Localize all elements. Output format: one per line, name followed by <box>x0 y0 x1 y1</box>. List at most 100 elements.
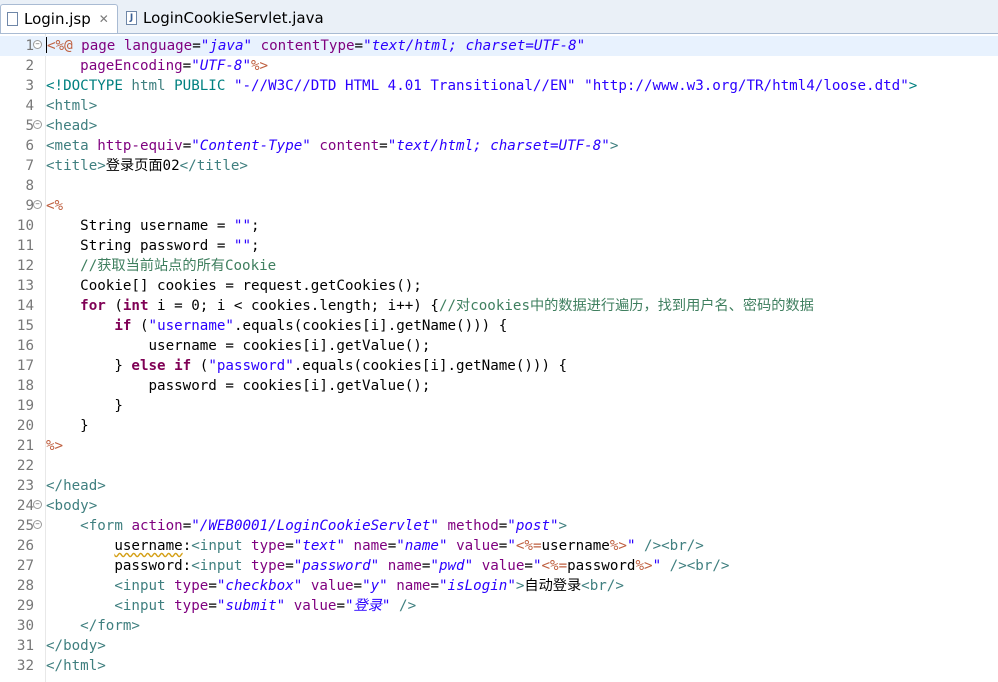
fold-toggle-icon[interactable]: − <box>33 40 42 49</box>
code-text: <input type="submit" value="登录" /> <box>46 596 416 616</box>
code-text: String username = ""; <box>46 216 260 236</box>
line-number: 8 <box>25 178 34 194</box>
fold-toggle-icon[interactable]: − <box>33 500 42 509</box>
code-line[interactable]: 28 <input type="checkbox" value="y" name… <box>0 576 998 596</box>
code-token: "password" <box>208 358 294 374</box>
code-token: "text" <box>293 538 345 554</box>
code-token: <!DOCTYPE <box>46 78 132 94</box>
close-icon[interactable]: ✕ <box>99 12 109 26</box>
code-line[interactable]: 32 </html> <box>0 656 998 676</box>
code-token: "isLogin" <box>438 578 516 594</box>
code-token: PUBLIC <box>174 78 226 94</box>
fold-toggle-icon[interactable]: − <box>33 200 42 209</box>
code-token: ; <box>251 238 260 254</box>
line-number: 31 <box>16 638 34 654</box>
code-line[interactable]: 12 //获取当前站点的所有Cookie <box>0 256 998 276</box>
code-line[interactable]: 22 <box>0 456 998 476</box>
code-line[interactable]: 20 } <box>0 416 998 436</box>
code-line[interactable]: 24− <body> <box>0 496 998 516</box>
code-token: = <box>379 138 388 154</box>
code-line[interactable]: 26 username:<input type="text" name="nam… <box>0 536 998 556</box>
code-token: </title> <box>179 158 248 174</box>
editor-tab-bar: Login.jsp ✕ J LoginCookieServlet.java <box>0 0 998 34</box>
code-token: value <box>293 598 337 614</box>
code-text: %> <box>46 436 63 456</box>
tab-login-cookie-servlet[interactable]: J LoginCookieServlet.java <box>120 4 330 32</box>
code-line[interactable]: 13 Cookie[] cookies = request.getCookies… <box>0 276 998 296</box>
code-token: %> <box>635 558 653 574</box>
code-editor[interactable]: 1− <%@ page language="java" contentType="… <box>0 34 998 682</box>
code-line[interactable]: 27 password:<input type="password" name=… <box>0 556 998 576</box>
code-line[interactable]: 8 <box>0 176 998 196</box>
code-token: = <box>387 538 397 554</box>
code-token: " <box>507 538 516 554</box>
code-token: "java" <box>200 38 253 54</box>
code-token: %> <box>609 538 627 554</box>
code-text: <title>登录页面02</title> <box>46 156 248 176</box>
line-number: 13 <box>16 278 34 294</box>
code-line[interactable]: 4 <html> <box>0 96 998 116</box>
code-token: > <box>908 78 918 94</box>
code-line[interactable]: 15 if ("username".equals(cookies[i].getN… <box>0 316 998 336</box>
code-token: ; <box>251 218 260 234</box>
code-token: password: <box>46 558 192 574</box>
line-number: 17 <box>16 358 34 374</box>
code-token: = <box>208 578 217 594</box>
code-text: password = cookies[i].getValue(); <box>46 376 430 396</box>
code-token: username <box>114 538 183 554</box>
line-number: 20 <box>16 418 34 434</box>
jsp-file-icon <box>7 12 18 26</box>
code-line[interactable]: 3 <!DOCTYPE html PUBLIC "-//W3C//DTD HTML… <box>0 76 998 96</box>
code-token: type <box>251 558 286 574</box>
fold-toggle-icon[interactable]: − <box>33 120 42 129</box>
code-line[interactable]: 25− <form action="/WEB0001/LoginCookieSe… <box>0 516 998 536</box>
code-token: </html> <box>46 658 106 674</box>
line-number: 28 <box>16 578 34 594</box>
code-line[interactable]: 6 <meta http-equiv="Content-Type" content… <box>0 136 998 156</box>
code-line[interactable]: 14 for (int i = 0; i < cookies.length; i… <box>0 296 998 316</box>
code-line[interactable]: 29 <input type="submit" value="登录" /> <box>0 596 998 616</box>
code-line[interactable]: 9− <% <box>0 196 998 216</box>
code-text: for (int i = 0; i < cookies.length; i++)… <box>46 296 814 316</box>
code-token: = <box>354 38 364 54</box>
code-line[interactable]: 5− <head> <box>0 116 998 136</box>
code-text: <meta http-equiv="Content-Type" content=… <box>46 136 618 156</box>
line-number: 19 <box>16 398 34 414</box>
code-token: <form <box>80 518 123 534</box>
code-line[interactable]: 7 <title>登录页面02</title> <box>0 156 998 176</box>
code-line[interactable]: 23 </head> <box>0 476 998 496</box>
code-line[interactable]: 30 </form> <box>0 616 998 636</box>
code-token: "password" <box>293 558 380 574</box>
code-line[interactable]: 10 String username = ""; <box>0 216 998 236</box>
code-token: </form> <box>80 618 140 634</box>
code-token: = <box>353 578 363 594</box>
line-number: 6 <box>25 138 34 154</box>
code-line[interactable]: 11 String password = ""; <box>0 236 998 256</box>
fold-toggle-icon[interactable]: − <box>33 520 42 529</box>
code-line[interactable]: 17 } else if ("password".equals(cookies[… <box>0 356 998 376</box>
code-line[interactable]: 18 password = cookies[i].getValue(); <box>0 376 998 396</box>
code-line[interactable]: 1− <%@ page language="java" contentType="… <box>0 36 998 56</box>
code-line[interactable]: 21 %> <box>0 436 998 456</box>
tab-label: Login.jsp <box>24 10 91 28</box>
code-line[interactable]: 19 } <box>0 396 998 416</box>
code-line[interactable]: 31 </body> <box>0 636 998 656</box>
line-number: 27 <box>16 558 34 574</box>
code-line[interactable]: 2 pageEncoding="UTF-8"%> <box>0 56 998 76</box>
code-text: <head> <box>46 116 97 136</box>
line-number: 1 <box>25 38 34 54</box>
code-token: type <box>174 598 209 614</box>
line-number: 14 <box>16 298 34 314</box>
code-text: </head> <box>46 476 106 496</box>
code-token: = <box>524 558 533 574</box>
code-line[interactable]: 16 username = cookies[i].getValue(); <box>0 336 998 356</box>
line-number: 29 <box>16 598 34 614</box>
tab-login-jsp[interactable]: Login.jsp ✕ <box>0 4 118 33</box>
